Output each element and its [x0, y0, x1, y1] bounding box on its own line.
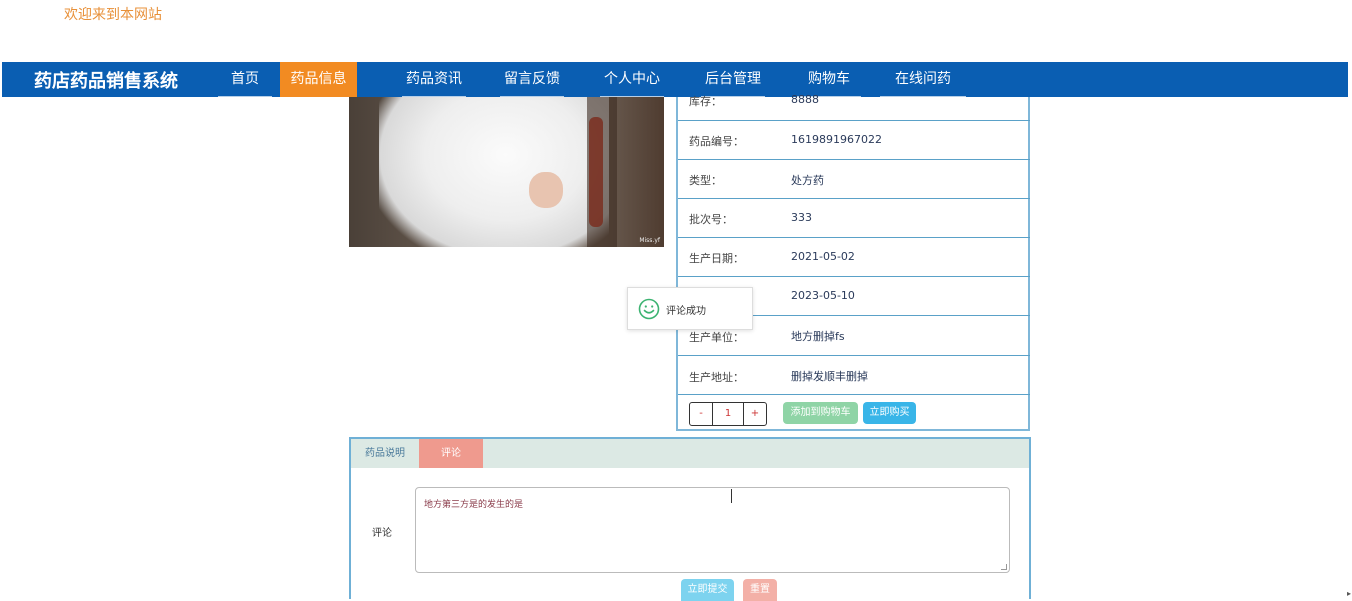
- nav-label: 留言反馈: [504, 71, 560, 87]
- product-image: Miss.yf: [349, 97, 664, 247]
- nav-item-home[interactable]: 首页: [208, 62, 282, 97]
- nav-underline: [218, 96, 272, 97]
- site-brand[interactable]: 药店药品销售系统: [34, 67, 178, 93]
- detail-row-stock: 库存： 8888: [678, 93, 1030, 121]
- nav-item-drug-news[interactable]: 药品资讯: [392, 62, 476, 97]
- tab-comments[interactable]: 评论: [419, 439, 483, 468]
- detail-value: 333: [791, 211, 812, 224]
- detail-label: 批次号：: [689, 213, 733, 226]
- product-photo-flowers: [589, 117, 603, 227]
- smile-icon: [638, 298, 660, 320]
- product-tabs-panel: 药品说明 评论 评论 地方第三方是的发生的是 立即提交 重置: [349, 437, 1031, 601]
- purchase-row: - 1 + 添加到购物车 立即购买: [678, 395, 1030, 429]
- nav-item-cart[interactable]: 购物车: [787, 62, 871, 97]
- detail-value: 删掉发顺丰删掉: [791, 370, 868, 383]
- product-details-table: 库存： 8888 药品编号： 1619891967022 类型： 处方药 批次号…: [676, 93, 1030, 431]
- nav-label: 首页: [231, 71, 259, 87]
- detail-row-batch: 批次号： 333: [678, 199, 1030, 238]
- detail-value: 8888: [791, 93, 819, 106]
- decrease-button[interactable]: -: [690, 403, 712, 425]
- detail-value: 处方药: [791, 174, 824, 187]
- product-photo-dress: [379, 97, 609, 247]
- buy-now-button[interactable]: 立即购买: [863, 402, 916, 424]
- nav-item-drug-info[interactable]: 药品信息: [280, 62, 357, 97]
- quantity-input[interactable]: 1: [712, 403, 744, 425]
- resize-grip-icon[interactable]: [1001, 564, 1007, 570]
- nav-label: 药品资讯: [406, 71, 462, 87]
- detail-label: 生产日期：: [689, 252, 744, 265]
- nav-item-consult[interactable]: 在线问药: [870, 62, 976, 97]
- detail-label: 生产地址：: [689, 371, 744, 384]
- detail-row-address: 生产地址： 删掉发顺丰删掉: [678, 356, 1030, 395]
- detail-value: 2021-05-02: [791, 250, 855, 263]
- add-to-cart-button[interactable]: 添加到购物车: [783, 402, 858, 424]
- detail-label: 生产单位：: [689, 331, 744, 344]
- detail-label: 药品编号：: [689, 135, 744, 148]
- increase-button[interactable]: +: [744, 403, 766, 425]
- welcome-text: 欢迎来到本网站: [64, 7, 162, 23]
- top-navbar: 药店药品销售系统 首页 药品信息 药品资讯 留言反馈 个人中心 后台管理 购物车…: [2, 62, 1348, 97]
- nav-item-admin[interactable]: 后台管理: [691, 62, 775, 97]
- nav-item-feedback[interactable]: 留言反馈: [490, 62, 574, 97]
- product-photo-hand: [529, 172, 563, 208]
- reset-button[interactable]: 重置: [743, 579, 777, 601]
- detail-row-type: 类型： 处方药: [678, 160, 1030, 199]
- comment-textarea[interactable]: 地方第三方是的发生的是: [415, 487, 1010, 573]
- quantity-stepper: - 1 +: [689, 402, 767, 426]
- detail-value: 1619891967022: [791, 133, 882, 146]
- nav-label: 个人中心: [604, 71, 660, 87]
- submit-comment-button[interactable]: 立即提交: [681, 579, 734, 601]
- tab-description[interactable]: 药品说明: [351, 439, 419, 468]
- edge-marker-icon: ▸: [1347, 589, 1352, 598]
- toast-message: 评论成功: [666, 306, 706, 317]
- nav-label: 购物车: [808, 71, 850, 87]
- photo-watermark: Miss.yf: [639, 237, 660, 244]
- nav-label: 药品信息: [290, 71, 347, 87]
- comment-label: 评论: [372, 528, 392, 539]
- detail-value: 地方删掉fs: [791, 330, 845, 343]
- detail-label: 库存：: [689, 95, 722, 108]
- text-cursor-icon: [731, 489, 734, 503]
- success-toast: 评论成功: [627, 287, 753, 330]
- tab-bar: 药品说明 评论: [351, 439, 1029, 468]
- detail-label: 类型：: [689, 174, 722, 187]
- detail-row-code: 药品编号： 1619891967022: [678, 121, 1030, 160]
- detail-row-production-date: 生产日期： 2021-05-02: [678, 238, 1030, 277]
- detail-value: 2023-05-10: [791, 289, 855, 302]
- nav-item-user-center[interactable]: 个人中心: [590, 62, 674, 97]
- nav-label: 在线问药: [895, 71, 951, 87]
- nav-label: 后台管理: [705, 71, 761, 87]
